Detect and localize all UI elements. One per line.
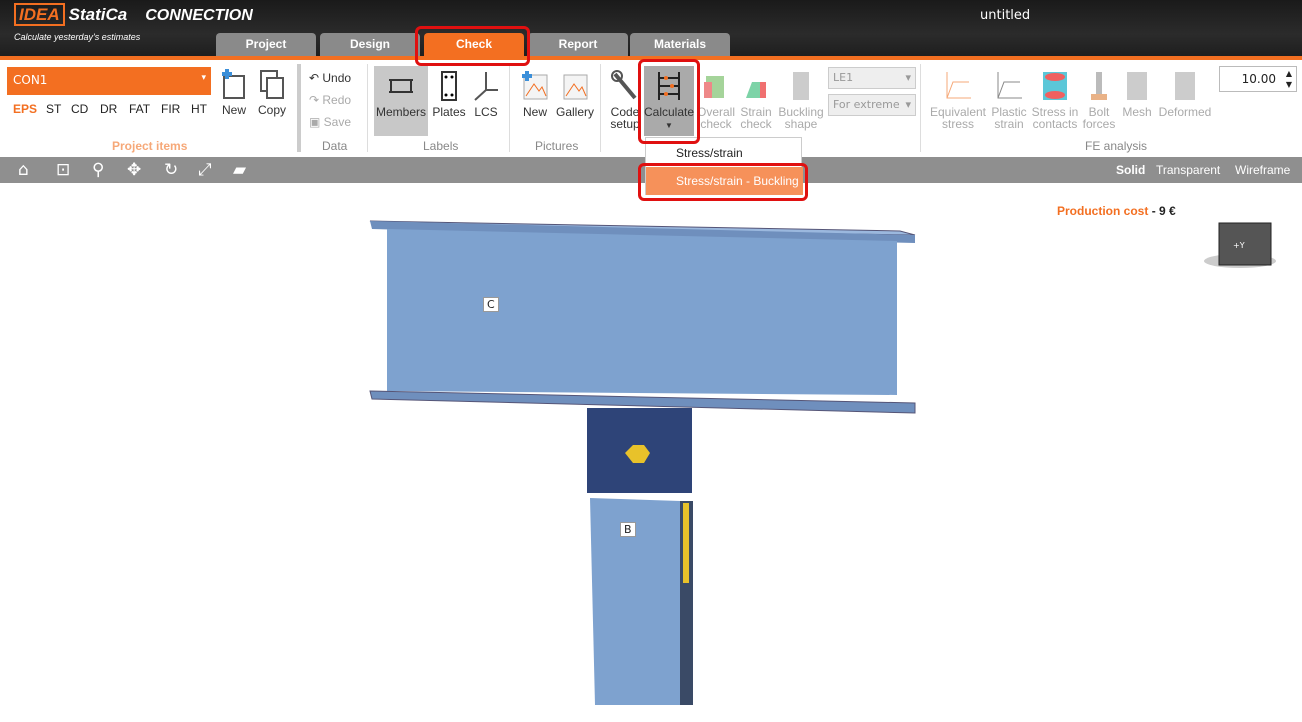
code-fat[interactable]: FAT (129, 102, 150, 116)
fit-icon[interactable]: ⤢ (198, 160, 212, 180)
gallery-button[interactable]: Gallery (556, 70, 594, 118)
labels-plates-button[interactable]: Plates (432, 70, 466, 118)
code-st[interactable]: ST (46, 102, 61, 116)
box-view-icon[interactable]: ▰ (233, 160, 246, 180)
code-cd[interactable]: CD (71, 102, 88, 116)
group-labels: Labels (423, 139, 459, 153)
scale-spinner[interactable]: 10.00 ▲ ▼ (1219, 66, 1297, 92)
redo-icon: ↷ (309, 93, 323, 107)
overall-check-icon (704, 76, 724, 98)
bolt-forces-button[interactable]: Bolt forces (1082, 70, 1116, 130)
divider (920, 64, 921, 152)
tab-materials[interactable]: Materials (630, 33, 730, 57)
zoom-window-icon[interactable]: ⊡ (56, 160, 70, 180)
group-fe-analysis: FE analysis (1085, 139, 1148, 153)
load-case-select[interactable]: LE1 (828, 67, 916, 89)
copy-icon (260, 70, 284, 99)
divider (509, 64, 510, 152)
view-wireframe[interactable]: Wireframe (1235, 163, 1290, 177)
title-bar: IDEA StatiCa CONNECTION Calculate yesterda… (0, 0, 1302, 57)
equivalent-stress-button[interactable]: Equivalent stress (929, 70, 987, 130)
save-icon: ▣ (309, 115, 324, 129)
3d-viewport[interactable]: +Y (0, 183, 1302, 722)
tab-report[interactable]: Report (528, 33, 628, 57)
plastic-strain-button[interactable]: Plastic strain (990, 70, 1028, 130)
extreme-select[interactable]: For extreme (828, 94, 916, 116)
wrench-icon (611, 70, 637, 100)
code-dr[interactable]: DR (100, 102, 117, 116)
member-label-b[interactable]: B (620, 522, 636, 537)
member-label-c[interactable]: C (483, 297, 499, 312)
mesh-icon (1127, 72, 1147, 100)
code-ht[interactable]: HT (191, 102, 207, 116)
code-fir[interactable]: FIR (161, 102, 180, 116)
strain-check-icon (746, 82, 766, 98)
stress-contacts-button[interactable]: Stress in contacts (1031, 70, 1079, 130)
new-picture-button[interactable]: New (517, 70, 553, 118)
end-plate[interactable] (587, 408, 692, 493)
rotate-icon[interactable]: ↻ (164, 160, 178, 180)
redo-button[interactable]: ↷ Redo (309, 94, 351, 106)
overall-check-button[interactable]: Overall check (697, 70, 735, 130)
divider (600, 64, 601, 152)
buckling-icon (793, 72, 809, 100)
copy-item-button[interactable]: Copy (256, 68, 288, 116)
connection-select[interactable]: CON1 (7, 67, 211, 95)
view-solid[interactable]: Solid (1116, 163, 1145, 177)
undo-button[interactable]: ↶ Undo (309, 72, 351, 84)
undo-icon: ↶ (309, 71, 323, 85)
bolt-icon (1091, 72, 1107, 100)
window-title: untitled (980, 8, 1031, 23)
tab-project[interactable]: Project (216, 33, 316, 57)
deformed-icon (1175, 72, 1195, 100)
zoom-icon[interactable]: ⚲ (92, 160, 104, 180)
code-setup-button[interactable]: Code setup (608, 70, 642, 130)
group-data: Data (322, 139, 348, 153)
mesh-button[interactable]: Mesh (1120, 70, 1154, 118)
highlight-calculate (638, 59, 700, 144)
divider (297, 64, 301, 152)
divider (367, 64, 368, 152)
gallery-icon (563, 74, 588, 100)
strain-graph-icon (997, 72, 1022, 99)
logo: IDEA StatiCa CONNECTION (14, 3, 253, 26)
new-item-button[interactable]: New (218, 68, 250, 116)
buckling-shape-button[interactable]: Buckling shape (777, 70, 825, 130)
plates-icon (441, 71, 457, 101)
pan-icon[interactable]: ✥ (127, 160, 141, 180)
save-button[interactable]: ▣ Save (309, 116, 351, 128)
axes-icon (474, 72, 498, 101)
slogan: Calculate yesterday's estimates (14, 32, 141, 42)
members-icon (389, 79, 413, 93)
contact-stress-icon (1043, 72, 1067, 100)
spinner-arrows-icon[interactable]: ▲ ▼ (1286, 68, 1292, 90)
group-pictures: Pictures (535, 139, 579, 153)
home-icon[interactable]: ⌂ (18, 160, 29, 180)
column-b[interactable] (590, 498, 693, 705)
labels-lcs-button[interactable]: LCS (471, 70, 501, 118)
view-cube[interactable]: +Y (1204, 222, 1276, 268)
new-icon (222, 69, 245, 99)
strain-check-button[interactable]: Strain check (738, 70, 774, 130)
highlight-check-tab (415, 26, 530, 66)
group-project-items: Project items (112, 139, 188, 153)
stress-graph-icon (946, 72, 971, 99)
deformed-button[interactable]: Deformed (1158, 70, 1212, 118)
new-picture-icon (522, 71, 548, 100)
tab-design[interactable]: Design (320, 33, 420, 57)
view-transparent[interactable]: Transparent (1156, 163, 1220, 177)
beam-c[interactable] (369, 220, 916, 414)
svg-text:+Y: +Y (1233, 241, 1245, 250)
labels-members-button[interactable]: Members (374, 66, 428, 136)
code-eps[interactable]: EPS (13, 102, 37, 116)
